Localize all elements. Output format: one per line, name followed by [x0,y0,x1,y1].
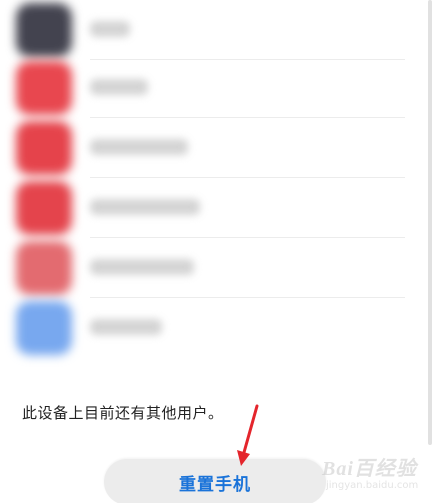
reset-phone-screen: 此设备上目前还有其他用户。 重置手机 Bai百经验 jingyan.baidu.… [0,0,441,503]
blurred-app-name [90,21,130,37]
watermark-brand: Bai百经验 [322,458,417,480]
list-item[interactable] [0,118,441,178]
blurred-app-name [90,259,194,275]
list-item[interactable] [0,0,441,60]
red-app-icon [16,121,72,175]
reset-phone-button[interactable]: 重置手机 [104,459,326,503]
blue-app-icon [16,301,72,355]
list-item[interactable] [0,298,441,358]
blurred-app-name [90,319,162,335]
red-app-icon [16,241,72,295]
red-app-icon [16,61,72,115]
blurred-app-name [90,199,200,215]
dark-app-icon [16,3,72,57]
other-users-notice: 此设备上目前还有其他用户。 [22,404,224,422]
watermark: Bai百经验 jingyan.baidu.com [322,446,438,498]
watermark-url: jingyan.baidu.com [326,480,419,491]
list-item[interactable] [0,238,441,298]
red-arrow-annotation [237,404,259,466]
blurred-app-name [90,139,188,155]
blurred-app-name [90,79,148,95]
reset-phone-label: 重置手机 [179,475,251,495]
list-item[interactable] [0,58,441,118]
scrollbar[interactable] [428,0,432,445]
red-app-icon [16,181,72,235]
list-item[interactable] [0,178,441,238]
